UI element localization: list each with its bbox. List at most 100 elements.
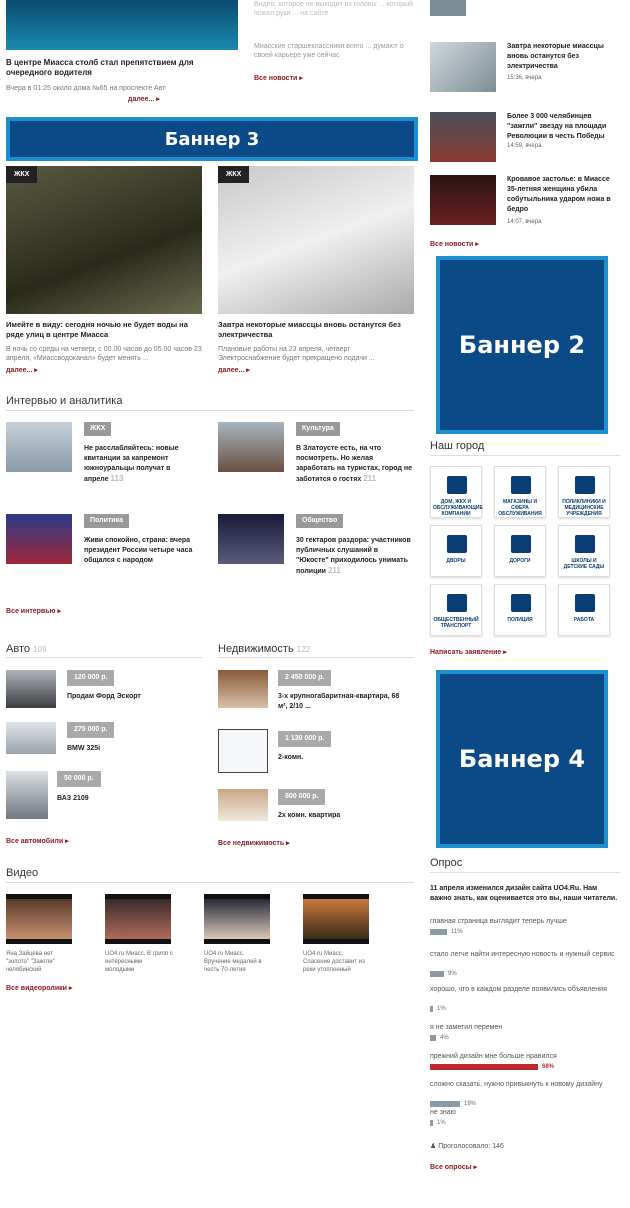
- auto-title[interactable]: Продам Форд Эскорт: [67, 692, 141, 702]
- featured-text: Плановые работы на 23 апреля, четверг Эл…: [218, 346, 375, 362]
- news-thumb[interactable]: [430, 0, 466, 16]
- video-caption[interactable]: UO4.ru Миасс. Спасение доставит из реки …: [303, 950, 371, 974]
- interview-thumb[interactable]: [6, 422, 72, 472]
- top-left-text: Вчера в 01:25 около дома №65 на проспект…: [6, 85, 166, 92]
- poll-option-label[interactable]: я не заметил перемен: [430, 1023, 618, 1032]
- realty-title[interactable]: 3-х крупногабаритная-квартира, 68 м², 2/…: [278, 692, 410, 712]
- video-caption[interactable]: UO4.ru Миасс. В грипп с интересными моло…: [105, 950, 173, 974]
- category-badge[interactable]: ЖКХ: [218, 166, 250, 183]
- write-statement-link[interactable]: Написать заявление ▸: [430, 648, 507, 656]
- video-caption[interactable]: Яна Зайцева нет "золото" "Зажгли" челяби…: [6, 950, 74, 974]
- city-tile-schools[interactable]: ШКОЛЫ И ДЕТСКИЕ САДЫ: [558, 525, 610, 577]
- featured-image[interactable]: [218, 166, 414, 314]
- city-tile-shops[interactable]: МАГАЗИНЫ И СФЕРА ОБСЛУЖИВАНИЯ: [494, 466, 546, 518]
- banner-2[interactable]: Баннер 2: [436, 256, 608, 434]
- city-tile-roads[interactable]: ДОРОГИ: [494, 525, 546, 577]
- interview-tag[interactable]: ЖКХ: [84, 422, 112, 436]
- auto-price: 120 000 р.: [67, 670, 115, 686]
- city-tile-transport[interactable]: ОБЩЕСТВЕННЫЙ ТРАНСПОРТ: [430, 584, 482, 636]
- interview-thumb[interactable]: [218, 422, 284, 472]
- right-news-title[interactable]: Кровавое застолье: в Миассе 35-летняя же…: [507, 175, 619, 215]
- poll-question: 11 апреля изменился дизайн сайта UO4.Ru.…: [430, 885, 618, 902]
- interview-tag[interactable]: Культура: [296, 422, 340, 436]
- poll-bar: [430, 1120, 433, 1126]
- right-news-title[interactable]: Более 3 000 челябинцев "зажгли" звезду н…: [507, 112, 619, 142]
- featured-image[interactable]: [6, 166, 202, 314]
- right-news-title[interactable]: Завтра некоторые миассцы вновь останутся…: [507, 42, 619, 72]
- poll-option-label[interactable]: стало легче найти интересную новость и н…: [430, 950, 618, 959]
- divider: [6, 410, 414, 411]
- featured-more[interactable]: далее... ▸: [218, 366, 250, 374]
- featured-title[interactable]: Завтра некоторые миассцы вновь останутся…: [218, 320, 414, 340]
- auto-title[interactable]: ВАЗ 2109: [57, 794, 89, 804]
- interview-title[interactable]: Не расслабляйтесь: новые квитанции за ка…: [84, 444, 194, 485]
- more-label: Написать заявление: [430, 649, 502, 656]
- banner-label: Баннер 4: [458, 745, 586, 773]
- poll-option-label[interactable]: не знаю: [430, 1108, 618, 1117]
- city-tile-label: ДОРОГИ: [509, 558, 531, 564]
- right-news-more[interactable]: Все новости ▸: [430, 240, 479, 248]
- poll-bar: [430, 971, 444, 977]
- video-caption[interactable]: UO4.ru Миасс. Вручение медалей в честь 7…: [204, 950, 272, 974]
- poll-more[interactable]: Все опросы ▸: [430, 1163, 477, 1171]
- auto-thumb[interactable]: [6, 771, 48, 819]
- news-thumb[interactable]: [430, 175, 496, 225]
- featured-title[interactable]: Имейте в виду: сегодня ночью не будет во…: [6, 320, 202, 340]
- realty-heading: Недвижимость: [218, 643, 294, 655]
- realty-thumb[interactable]: [218, 729, 268, 773]
- realty-thumb[interactable]: [218, 670, 268, 708]
- realty-thumb[interactable]: [218, 789, 268, 821]
- news-thumb[interactable]: [430, 42, 496, 92]
- top-middle-more[interactable]: Все новости ▸: [254, 74, 303, 82]
- more-label: Все опросы: [430, 1164, 472, 1171]
- news-thumb[interactable]: [430, 112, 496, 162]
- realty-title[interactable]: 2х комн. квартира: [278, 811, 340, 821]
- interview-thumb[interactable]: [218, 514, 284, 564]
- interview-title[interactable]: Живи спокойно, страна: вчера президент Р…: [84, 536, 194, 566]
- city-tile-housing[interactable]: ДОМ, ЖКХ И ОБСЛУЖИВАЮЩИЕ КОМПАНИИ: [430, 466, 483, 518]
- interview-tag[interactable]: Общество: [296, 514, 344, 528]
- right-news-time: 15:36, вчера: [507, 75, 542, 81]
- poll-voted-text: Проголосовало: 146: [438, 1143, 504, 1150]
- city-tile-label: ПОЛИЦИЯ: [507, 617, 533, 623]
- poll-option-label[interactable]: сложно сказать, нужно привыкнуть к новом…: [430, 1080, 618, 1089]
- city-tile-yards[interactable]: ДВОРЫ: [430, 525, 482, 577]
- city-tile-jobs[interactable]: РАБОТА: [558, 584, 610, 636]
- auto-thumb[interactable]: [6, 722, 56, 754]
- top-left-title[interactable]: В центре Миасса столб стал препятствием …: [6, 58, 238, 78]
- banner-4[interactable]: Баннер 4: [436, 670, 608, 848]
- top-hero-image[interactable]: [6, 0, 238, 50]
- section-heading: Видео: [6, 867, 39, 879]
- video-thumb[interactable]: [303, 894, 369, 944]
- featured-more[interactable]: далее... ▸: [6, 366, 38, 374]
- realty-more[interactable]: Все недвижимость ▸: [218, 839, 290, 847]
- top-left-more[interactable]: далее... ▸: [128, 95, 160, 103]
- realty-title[interactable]: 2-комн.: [278, 753, 303, 763]
- right-news-time: 14:07, вчера: [507, 219, 542, 225]
- auto-thumb[interactable]: [6, 670, 56, 708]
- city-tile-label: ШКОЛЫ И ДЕТСКИЕ САДЫ: [563, 558, 605, 570]
- interview-tag[interactable]: Политика: [84, 514, 130, 528]
- video-thumb[interactable]: [6, 894, 72, 944]
- interview-title[interactable]: В Златоусте есть, на что посмотреть. Но …: [296, 444, 412, 485]
- section-heading: Авто 109: [6, 643, 46, 655]
- city-tile-police[interactable]: ПОЛИЦИЯ: [494, 584, 546, 636]
- interview-title-text: Живи спокойно, страна: вчера президент Р…: [84, 537, 193, 564]
- video-more[interactable]: Все видеоролики ▸: [6, 984, 72, 992]
- video-thumb[interactable]: [105, 894, 171, 944]
- interview-title[interactable]: 30 гектаров раздора: участников публичны…: [296, 536, 412, 577]
- banner-3[interactable]: Баннер 3: [6, 117, 418, 161]
- category-badge[interactable]: ЖКХ: [6, 166, 38, 183]
- interviews-more[interactable]: Все интервью ▸: [6, 607, 61, 615]
- poll-percent: 68%: [542, 1064, 555, 1070]
- poll-option-label[interactable]: хорошо, что в каждом разделе появились о…: [430, 985, 618, 994]
- video-thumb[interactable]: [204, 894, 270, 944]
- auto-title[interactable]: BMW 325i: [67, 744, 100, 754]
- poll-option-label[interactable]: прежний дизайн мне больше нравился: [430, 1052, 618, 1061]
- poll-option-label[interactable]: главная страница выглядит теперь лучше: [430, 917, 618, 926]
- more-label: Все новости: [254, 75, 298, 82]
- auto-more[interactable]: Все автомобили ▸: [6, 837, 69, 845]
- interview-thumb[interactable]: [6, 514, 72, 564]
- briefcase-icon: [575, 594, 595, 612]
- city-tile-clinics[interactable]: ПОЛИКЛИНИКИ И МЕДИЦИНСКИЕ УЧРЕЖДЕНИЯ: [558, 466, 610, 518]
